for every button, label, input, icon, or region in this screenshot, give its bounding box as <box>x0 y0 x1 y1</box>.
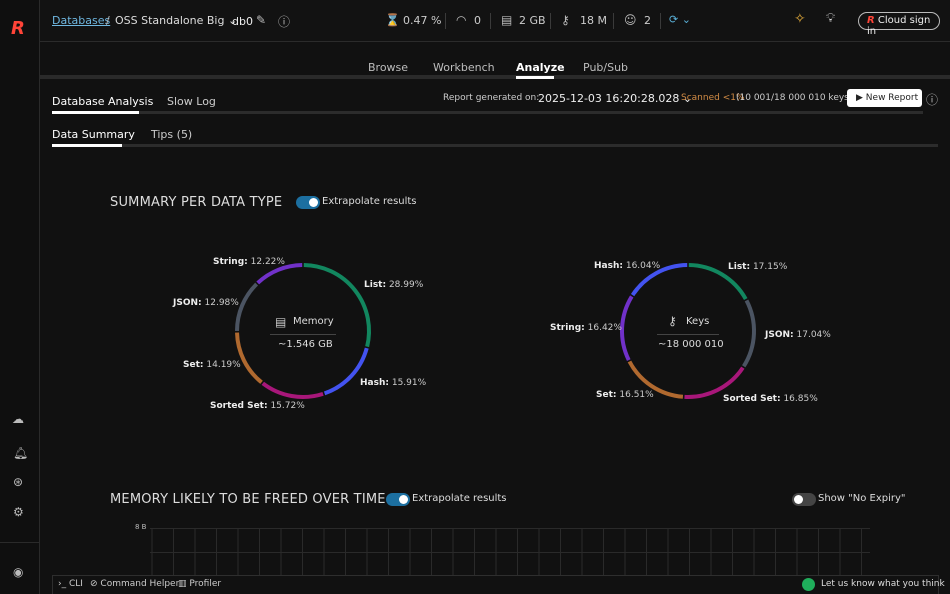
memory-label-sorted-set: Sorted Set: 15.72% <box>210 401 305 411</box>
keys-chart-icon: ⚷ <box>668 314 677 328</box>
divider <box>270 334 336 335</box>
freed-extrapolate-label: Extrapolate results <box>412 493 507 504</box>
no-expiry-toggle[interactable] <box>792 493 816 506</box>
cli-label: CLI <box>68 579 83 589</box>
memory-slice-json[interactable] <box>234 282 259 332</box>
memory-chart-icon: ▤ <box>275 315 287 329</box>
memory-label-string: String: 12.22% <box>213 257 285 267</box>
keys-slice-sorted-set[interactable] <box>684 366 745 399</box>
memory-label-set: Set: 14.19% <box>183 360 241 370</box>
memory-label-json: JSON: 12.98% <box>173 298 239 308</box>
profiler-button[interactable]: ▥ Profiler <box>178 579 221 589</box>
keys-slice-json[interactable] <box>742 299 756 368</box>
y-tick-label: 8 B <box>135 523 147 531</box>
keys-label-sorted-set: Sorted Set: 16.85% <box>723 394 818 404</box>
no-expiry-label: Show "No Expiry" <box>818 493 906 504</box>
memory-slice-sorted-set[interactable] <box>261 381 324 399</box>
cli-button[interactable]: ›_ CLI <box>58 579 83 589</box>
freed-title: MEMORY LIKELY TO BE FREED OVER TIME <box>110 492 386 507</box>
feedback-link[interactable]: Let us know what you think <box>821 579 945 589</box>
keys-label-json: JSON: 17.04% <box>765 330 831 340</box>
keys-label-set: Set: 16.51% <box>596 390 654 400</box>
divider <box>657 334 719 335</box>
freed-chart-grid <box>150 528 870 576</box>
keys-label-list: List: 17.15% <box>728 262 788 272</box>
memory-total: ~1.546 GB <box>278 339 333 350</box>
memory-label-hash: Hash: 15.91% <box>360 378 427 388</box>
profiler-label: Profiler <box>189 579 222 589</box>
memory-label-list: List: 28.99% <box>364 280 424 290</box>
keys-slice-string[interactable] <box>620 295 634 361</box>
memory-slice-set[interactable] <box>235 332 263 384</box>
feedback-icon[interactable] <box>802 578 815 591</box>
command-helper-button[interactable]: ⊘ Command Helper <box>90 579 179 589</box>
keys-label-hash: Hash: 16.04% <box>594 261 661 271</box>
memory-chart-title: Memory <box>293 316 334 327</box>
command-helper-label: Command Helper <box>100 579 180 589</box>
freed-extrapolate-toggle[interactable] <box>386 493 410 506</box>
keys-chart-title: Keys <box>686 316 710 327</box>
keys-label-string: String: 16.42% <box>550 323 622 333</box>
keys-total: ~18 000 010 <box>658 339 724 350</box>
memory-slice-string[interactable] <box>256 263 303 285</box>
